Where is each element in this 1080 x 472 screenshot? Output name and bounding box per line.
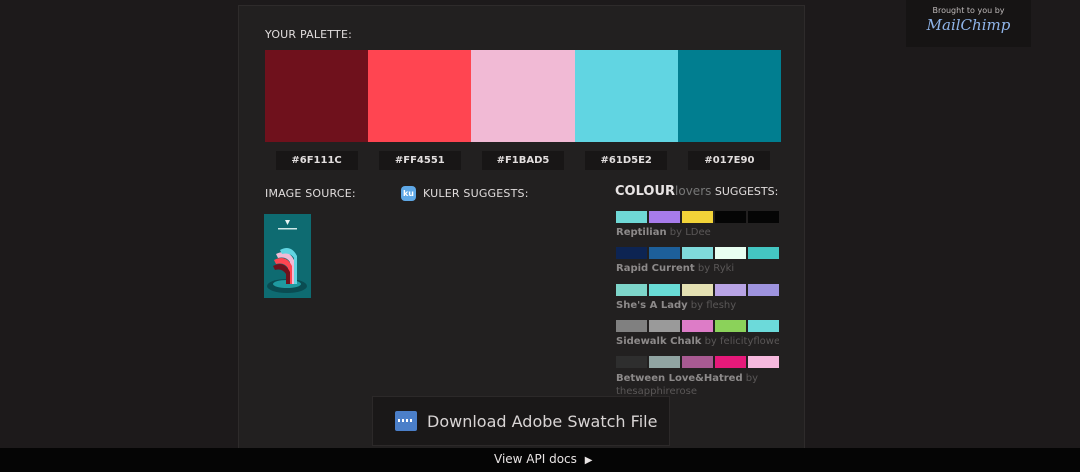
hex-labels: #6F111C #FF4551 #F1BAD5 #61D5E2 #017E90 <box>265 151 781 170</box>
suggestion-color-chip <box>715 356 746 368</box>
suggestion-color-chip <box>682 356 713 368</box>
colourlovers-logo-light: lovers <box>675 184 712 198</box>
suggestion-color-chip <box>616 284 647 296</box>
palette-title: YOUR PALETTE: <box>265 28 353 41</box>
suggestion-name[interactable]: Between Love&Hatred <box>616 373 743 384</box>
suggestion-color-chip <box>748 211 779 223</box>
palette-swatch[interactable] <box>265 50 369 142</box>
suggestion-color-chip <box>649 211 680 223</box>
suggestion-color-chip <box>649 356 680 368</box>
suggestion-author: by LDee <box>666 227 711 238</box>
suggestion-item[interactable]: Reptilian by LDee <box>616 211 779 238</box>
suggestion-author: by felicityflowers <box>704 336 779 347</box>
suggestion-color-chip <box>649 320 680 332</box>
swatch-file-icon <box>395 411 417 431</box>
suggestion-author: by Ryki <box>694 263 735 274</box>
hex-code[interactable]: #61D5E2 <box>585 151 668 170</box>
colourlovers-title: SUGGESTS: <box>711 185 779 198</box>
suggestion-strip[interactable] <box>616 284 779 296</box>
suggestion-color-chip <box>715 320 746 332</box>
suggestion-color-chip <box>748 356 779 368</box>
suggestion-item[interactable]: Between Love&Hatred by thesapphirerose <box>616 356 779 398</box>
palette-swatches <box>265 50 782 142</box>
suggestion-color-chip <box>682 247 713 259</box>
suggestion-item[interactable]: Sidewalk Chalk by felicityflowers <box>616 320 779 347</box>
download-label: Download Adobe Swatch File <box>427 411 658 431</box>
mailchimp-logo: MailChimp <box>926 16 1011 34</box>
hex-code[interactable]: #FF4551 <box>378 151 461 170</box>
suggestion-color-chip <box>715 211 746 223</box>
suggestion-name[interactable]: She's A Lady <box>616 300 688 311</box>
view-api-docs-link[interactable]: View API docs ▶ <box>494 452 592 466</box>
download-swatch-button[interactable]: Download Adobe Swatch File <box>372 396 670 446</box>
brought-by-text: Brought to you by <box>932 6 1005 15</box>
suggestion-color-chip <box>682 211 713 223</box>
colourlovers-heading: COLOURlovers SUGGESTS: <box>615 184 778 199</box>
palette-swatch[interactable] <box>368 50 472 142</box>
suggestion-color-chip <box>682 320 713 332</box>
suggestion-strip[interactable] <box>616 320 779 332</box>
suggestion-color-chip <box>748 247 779 259</box>
suggestion-name[interactable]: Reptilian <box>616 227 667 238</box>
hex-code[interactable]: #017E90 <box>688 151 771 170</box>
suggestion-strip[interactable] <box>616 356 779 368</box>
mailchimp-sponsor[interactable]: Brought to you by MailChimp <box>906 0 1031 47</box>
suggestion-author: by fleshy <box>687 300 737 311</box>
colourlovers-logo-bold: COLOUR <box>615 184 676 199</box>
suggestion-color-chip <box>616 247 647 259</box>
suggestion-item[interactable]: Rapid Current by Ryki <box>616 247 779 274</box>
image-source-title: IMAGE SOURCE: <box>265 187 356 200</box>
palette-swatch[interactable] <box>677 50 782 142</box>
suggestion-color-chip <box>715 284 746 296</box>
hex-code[interactable]: #6F111C <box>275 151 358 170</box>
suggestion-color-chip <box>649 247 680 259</box>
play-arrow-icon: ▶ <box>584 455 593 466</box>
suggestion-name[interactable]: Rapid Current <box>616 263 695 274</box>
suggestion-name[interactable]: Sidewalk Chalk <box>616 336 701 347</box>
suggestion-color-chip <box>715 247 746 259</box>
suggestion-color-chip <box>616 356 647 368</box>
suggestion-strip[interactable] <box>616 247 779 259</box>
suggestion-color-chip <box>616 320 647 332</box>
suggestion-item[interactable]: She's A Lady by fleshy <box>616 284 779 311</box>
suggestion-strip[interactable] <box>616 211 779 223</box>
api-link-label: View API docs <box>494 452 577 466</box>
suggestion-color-chip <box>748 320 779 332</box>
kuler-icon: ku <box>401 186 416 201</box>
suggestion-color-chip <box>616 211 647 223</box>
hex-code[interactable]: #F1BAD5 <box>482 151 564 170</box>
suggestion-color-chip <box>682 284 713 296</box>
suggestion-color-chip <box>748 284 779 296</box>
palette-swatch[interactable] <box>574 50 678 142</box>
source-image-thumbnail[interactable] <box>264 214 311 298</box>
suggestion-color-chip <box>649 284 680 296</box>
palette-swatch[interactable] <box>471 50 575 142</box>
kuler-title: KULER SUGGESTS: <box>423 187 529 200</box>
